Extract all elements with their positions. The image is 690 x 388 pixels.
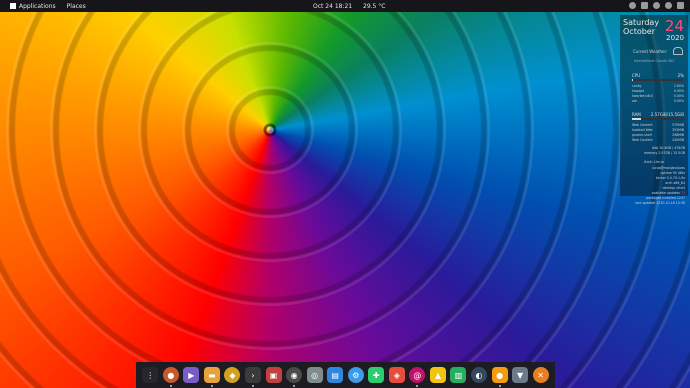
cpu-percent: 2%: [677, 73, 684, 78]
color-picker-icon[interactable]: ●: [491, 367, 508, 387]
weather-value: Intermittent Clouds 30C: [634, 59, 675, 63]
applications-menu[interactable]: Applications: [19, 3, 56, 10]
process-row: zsh 0.00%: [632, 99, 684, 103]
process-value: 0.00%: [673, 94, 684, 98]
camera-icon[interactable]: ◐: [471, 367, 488, 383]
app-grid-icon[interactable]: ⋮: [142, 367, 159, 383]
places-menu[interactable]: Places: [67, 3, 86, 10]
screen-recorder-icon[interactable]: ▣: [265, 367, 282, 383]
day-of-month: 24: [664, 17, 684, 35]
arch: arch x86_64: [665, 181, 685, 185]
process-value: 353MiB: [672, 128, 684, 132]
conky-widget: Saturday October 24 2020 Current Weather…: [620, 15, 688, 205]
process-name: kswapd: [632, 89, 645, 93]
process-value: 0.00%: [673, 99, 684, 103]
package-manager-icon[interactable]: ◆: [224, 367, 241, 383]
packages-installed: packages installed 1247: [646, 196, 685, 200]
updates-label: available updates: [651, 191, 680, 195]
memory-process-row: Web Content 570MiB: [632, 123, 684, 127]
dock: ⋮ ● ▶ ▬ ◆ › ▣ ◉ ◎ ▤ ⚙ ✚ ◈ @ ▲ ▥ ◐ ● ▼ ✕: [136, 362, 555, 388]
weather-indicator[interactable]: 29.5 °C: [363, 3, 385, 10]
panel-menu: Applications Places: [8, 3, 94, 10]
clipboard-icon[interactable]: [641, 2, 648, 9]
top-panel: Applications Places Oct 24 18:21 29.5 °C: [0, 0, 690, 12]
cpu-bar-fill: [632, 79, 634, 81]
updates-row: available updates 73: [623, 191, 685, 195]
process-name: Isolated Web: [632, 128, 653, 132]
cpu-header: CPU 2%: [632, 73, 684, 78]
ram-label: RAM: [632, 112, 641, 117]
ram-header: RAM 2.57GiB/15.5GiB: [632, 112, 684, 117]
last-updated: last updated 2020-10-18 10:36: [635, 201, 685, 205]
process-value: 298MiB: [672, 133, 684, 137]
weekday: Saturday: [623, 18, 660, 27]
terminal-icon[interactable]: ›: [245, 367, 261, 387]
web-browser-icon[interactable]: ●: [162, 367, 179, 387]
memory-process-row: gnome-shell 298MiB: [632, 133, 684, 137]
debian-icon[interactable]: @: [409, 367, 426, 387]
running-indicator: [169, 385, 172, 387]
process-value: 570MiB: [672, 123, 684, 127]
xorg-icon[interactable]: ✕: [532, 367, 549, 383]
month: October: [623, 27, 656, 36]
memory-process-row: Isolated Web 353MiB: [632, 128, 684, 132]
memory-usage: memory 2.57GB / 15.5GB: [644, 151, 685, 155]
process-name: kworker/u8:0: [632, 94, 653, 98]
obs-icon[interactable]: ◉: [286, 367, 303, 387]
disk-utility-icon[interactable]: ◎: [306, 367, 323, 383]
process-value: 0.00%: [673, 89, 684, 93]
desktop: desktop xfce4: [662, 186, 685, 190]
power-icon[interactable]: [677, 2, 684, 9]
ram-value: 2.57GiB/15.5GiB: [650, 112, 684, 117]
disk-usage: disk 30.6GB / 476GB: [651, 146, 685, 150]
process-row: conky 2.60%: [632, 84, 684, 88]
running-indicator: [293, 385, 296, 387]
network-icon[interactable]: [653, 2, 660, 9]
year: 2020: [666, 34, 684, 42]
archive-icon[interactable]: ▼: [512, 367, 529, 383]
uptime: uptime 9h 48m: [660, 171, 685, 175]
volume-icon[interactable]: [665, 2, 672, 9]
user-host: lucas@manjarolucas: [652, 166, 685, 170]
updates-count: 73: [680, 191, 685, 195]
system-tray: [629, 2, 684, 9]
process-row: kworker/u8:0 0.00%: [632, 94, 684, 98]
running-indicator: [416, 385, 419, 387]
extensions-icon[interactable]: ✚: [368, 367, 385, 383]
process-value: 240MiB: [672, 138, 684, 142]
activities-icon[interactable]: [10, 3, 16, 9]
file-manager-icon[interactable]: ▬: [203, 367, 220, 387]
cpu-label: CPU: [632, 73, 641, 78]
kernel: kernel 5.4.70-1-lts: [655, 176, 685, 180]
tux-icon[interactable]: ▲: [429, 367, 446, 383]
image-viewer-icon[interactable]: ▤: [327, 367, 344, 383]
system-monitor-icon[interactable]: ▥: [450, 367, 467, 383]
distro-name: Arch Linux: [643, 159, 664, 164]
cloud-icon: [673, 47, 683, 55]
process-name: conky: [632, 84, 642, 88]
music-icon[interactable]: [629, 2, 636, 9]
wallpaper: [0, 0, 690, 388]
cpu-bar: [632, 79, 684, 81]
process-name: Web Content: [632, 138, 653, 142]
process-name: Web Content: [632, 123, 653, 127]
memory-process-row: Web Content 240MiB: [632, 138, 684, 142]
ram-bar: [632, 118, 684, 120]
software-center-icon[interactable]: ◈: [388, 367, 405, 383]
settings-icon[interactable]: ⚙: [347, 367, 364, 383]
running-indicator: [498, 385, 501, 387]
running-indicator: [210, 385, 213, 387]
process-row: kswapd 0.00%: [632, 89, 684, 93]
ram-bar-fill: [632, 118, 641, 120]
weather-label: Current Weather:: [633, 49, 668, 54]
running-indicator: [252, 385, 254, 387]
video-app-icon[interactable]: ▶: [183, 367, 200, 383]
process-value: 2.60%: [673, 84, 684, 88]
clock[interactable]: Oct 24 18:21: [313, 3, 352, 10]
process-name: gnome-shell: [632, 133, 652, 137]
process-name: zsh: [632, 99, 638, 103]
